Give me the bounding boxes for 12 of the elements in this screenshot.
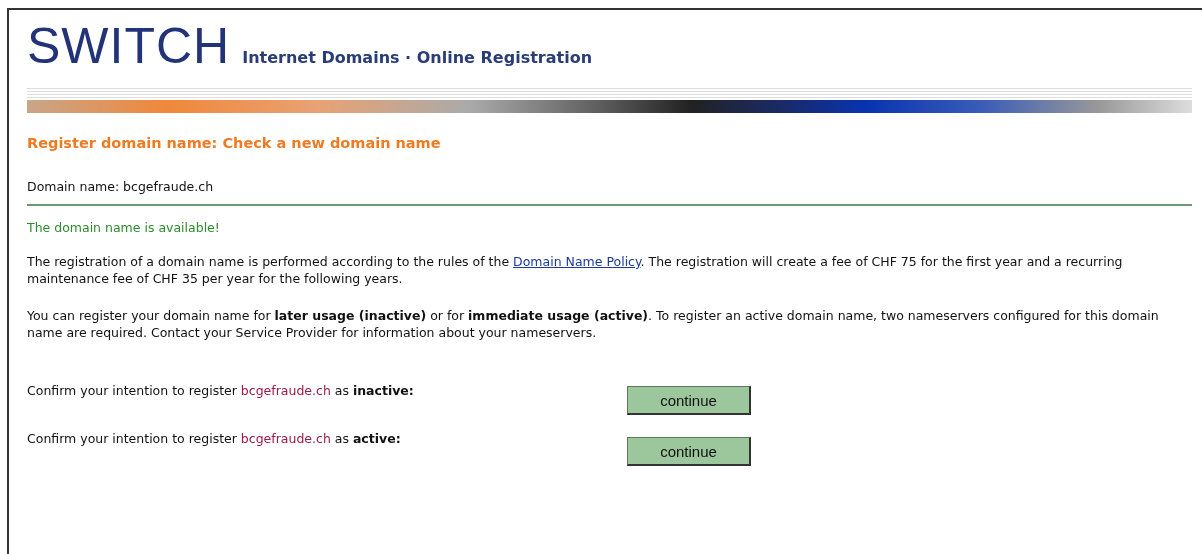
availability-message: The domain name is available! bbox=[27, 220, 221, 235]
page-heading: Register domain name: Check a new domain name bbox=[27, 135, 442, 151]
confirmation-text: Confirm your intention to register bcgefraude.ch as inactive: bbox=[27, 383, 415, 398]
fee-paragraph: The registration of a domain name is performed according to the rules of the Domain Name Policy. The registration will create a fee of CHF 75 for the first year and a recurring maintenance fee of CHF 35 per year for the following years. bbox=[27, 253, 1124, 287]
continue-button[interactable]: continue bbox=[627, 386, 751, 415]
confirmation-text: Confirm your intention to register bcgefraude.ch as active: bbox=[27, 431, 402, 446]
policy-link[interactable]: Domain Name Policy bbox=[513, 254, 641, 269]
continue-button[interactable]: continue bbox=[627, 437, 751, 466]
site-subtitle: Internet Domains · Online Registration bbox=[242, 48, 592, 67]
switch-logo: SWITCH bbox=[27, 20, 231, 72]
usage-paragraph: You can register your domain name for later usage (inactive) or for immediate usage (active). To register an active domain name, two nameservers configured for this domain name are required. Contact your Service Provider for information about your nameservers. bbox=[27, 307, 1160, 341]
domain-name-line: Domain name: bcgefraude.ch bbox=[27, 179, 215, 194]
